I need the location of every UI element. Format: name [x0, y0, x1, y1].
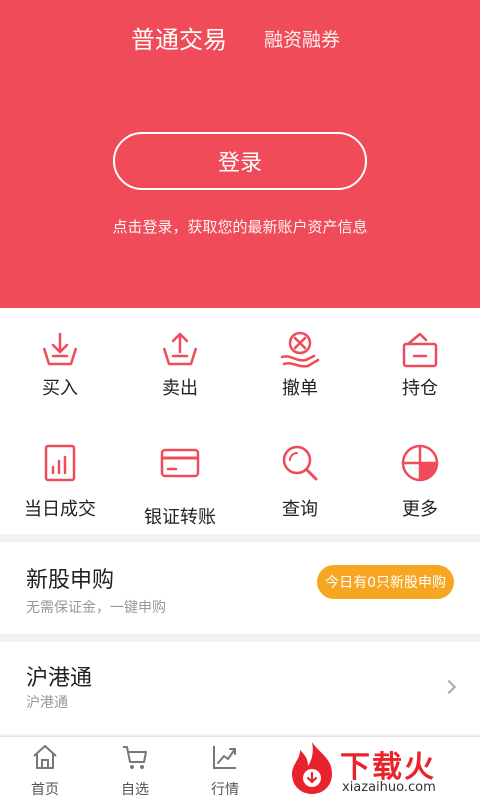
- nav-home[interactable]: 首页: [0, 737, 90, 800]
- position-item[interactable]: 持仓: [360, 308, 480, 421]
- sell-label: 卖出: [162, 378, 198, 399]
- chevron-right-icon: [441, 679, 457, 695]
- query-icon: [282, 445, 318, 481]
- trade-page: 普通交易 融资融券 登录 点击登录，获取您的最新账户资产信息 买入 卖出 撤单 …: [0, 0, 480, 800]
- hk-connect-subtitle: 沪港通: [26, 695, 68, 711]
- ipo-title: 新股申购: [26, 568, 115, 593]
- hk-connect-title: 沪港通: [26, 666, 93, 691]
- more-item[interactable]: 更多: [360, 421, 480, 534]
- header: 普通交易 融资融券 登录 点击登录，获取您的最新账户资产信息: [0, 0, 480, 308]
- chart-icon: [213, 746, 236, 769]
- bank-transfer-label: 银证转账: [144, 507, 216, 528]
- cancel-order-item[interactable]: 撤单: [240, 308, 360, 421]
- ipo-subtitle: 无需保证金，一键申购: [26, 600, 166, 616]
- watermark: 下载火 xiazaihuo.com: [282, 736, 480, 800]
- hk-connect-card[interactable]: 沪港通 沪港通: [0, 642, 480, 734]
- tab-margin-trade[interactable]: 融资融券: [264, 25, 340, 52]
- bank-card-icon: [160, 448, 200, 478]
- nav-watchlist-label: 自选: [121, 782, 149, 798]
- query-label: 查询: [282, 499, 318, 520]
- tab-normal-trade[interactable]: 普通交易: [131, 20, 227, 55]
- daily-deal-item[interactable]: 当日成交: [0, 421, 120, 534]
- nav-market[interactable]: 行情: [180, 737, 270, 800]
- sell-icon: [162, 332, 198, 366]
- bank-transfer-item[interactable]: 银证转账: [120, 421, 240, 534]
- ipo-card[interactable]: 新股申购 无需保证金，一键申购 今日有0只新股申购: [0, 542, 480, 634]
- buy-label: 买入: [42, 378, 78, 399]
- sell-item[interactable]: 卖出: [120, 308, 240, 421]
- nav-market-label: 行情: [211, 782, 239, 798]
- query-item[interactable]: 查询: [240, 421, 360, 534]
- daily-deal-icon: [44, 444, 76, 482]
- buy-item[interactable]: 买入: [0, 308, 120, 421]
- position-label: 持仓: [402, 378, 438, 399]
- cancel-order-icon: [280, 331, 320, 368]
- more-icon: [401, 444, 439, 482]
- nav-home-label: 首页: [31, 782, 59, 798]
- watermark-url: xiazaihuo.com: [342, 780, 436, 795]
- ipo-count-badge[interactable]: 今日有0只新股申购: [317, 565, 454, 599]
- cancel-order-label: 撤单: [282, 378, 318, 399]
- more-label: 更多: [402, 499, 438, 520]
- login-hint: 点击登录，获取您的最新账户资产信息: [112, 218, 368, 236]
- home-icon: [33, 745, 57, 769]
- position-icon: [402, 332, 438, 368]
- buy-icon: [42, 332, 78, 366]
- daily-deal-label: 当日成交: [24, 499, 96, 520]
- function-grid: 买入 卖出 撤单 持仓 当日成交 银证转账 查询 更多: [0, 308, 480, 534]
- cart-icon: [123, 746, 147, 769]
- nav-watchlist[interactable]: 自选: [90, 737, 180, 800]
- login-button[interactable]: 登录: [113, 132, 367, 190]
- flame-logo-icon: [292, 742, 332, 794]
